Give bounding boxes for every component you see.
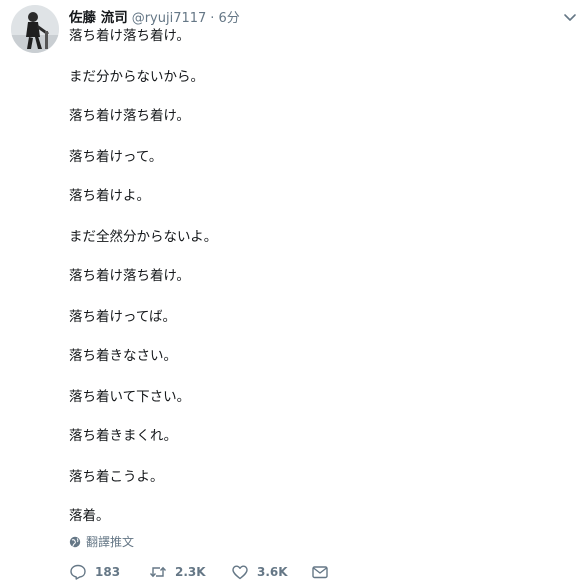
retweet-count: 2.3K <box>175 565 206 579</box>
avatar-image <box>11 5 59 53</box>
like-button[interactable]: 3.6K <box>231 563 288 581</box>
globe-icon <box>69 536 81 547</box>
direct-message-button[interactable] <box>311 563 329 581</box>
translate-link[interactable]: 翻譯推文 <box>69 533 134 550</box>
tweet-line: 落ち着いて下さい。 <box>69 389 191 405</box>
tweet-line: 落ち着きまくれ。 <box>69 428 178 444</box>
tweet-line: まだ分からないから。 <box>69 69 204 85</box>
retweet-icon <box>149 566 167 578</box>
retweet-button[interactable]: 2.3K <box>149 563 206 581</box>
tweet-line: 落ち着け落ち着け。 <box>69 28 190 44</box>
tweet-line: 落ち着けよ。 <box>69 188 150 204</box>
tweet: 佐藤 流司 @ryuji7117 · 6分 落ち着け落ち着け。 まだ分からないか… <box>0 0 587 583</box>
tweet-line: 落ち着けってば。 <box>69 309 177 325</box>
tweet-actions: 183 2.3K 3.6K <box>69 563 369 583</box>
tweet-line: 落ち着け落ち着け。 <box>69 268 190 284</box>
author-handle[interactable]: @ryuji7117 <box>132 11 207 26</box>
timestamp[interactable]: 6分 <box>218 7 239 26</box>
tweet-line: 落ち着きなさい。 <box>69 348 177 364</box>
tweet-line: 落ち着け落ち着け。 <box>69 108 190 124</box>
reply-count: 183 <box>95 565 121 579</box>
reply-button[interactable]: 183 <box>69 563 120 581</box>
tweet-line: まだ全然分からないよ。 <box>69 229 218 245</box>
tweet-line: 落ち着けって。 <box>69 149 163 165</box>
tweet-line: 落着。 <box>69 508 110 524</box>
chevron-down-icon[interactable] <box>563 9 577 23</box>
avatar[interactable] <box>11 5 59 53</box>
heart-icon <box>232 565 248 580</box>
tweet-line: 落ち着こうよ。 <box>69 469 164 485</box>
reply-icon <box>70 564 86 580</box>
tweet-header: 佐藤 流司 @ryuji7117 · 6分 <box>69 6 240 26</box>
envelope-icon <box>312 566 328 579</box>
translate-label[interactable]: 翻譯推文 <box>86 533 134 550</box>
separator-dot: · <box>210 11 215 26</box>
like-count: 3.6K <box>257 565 288 579</box>
author-name[interactable]: 佐藤 流司 <box>69 6 128 26</box>
